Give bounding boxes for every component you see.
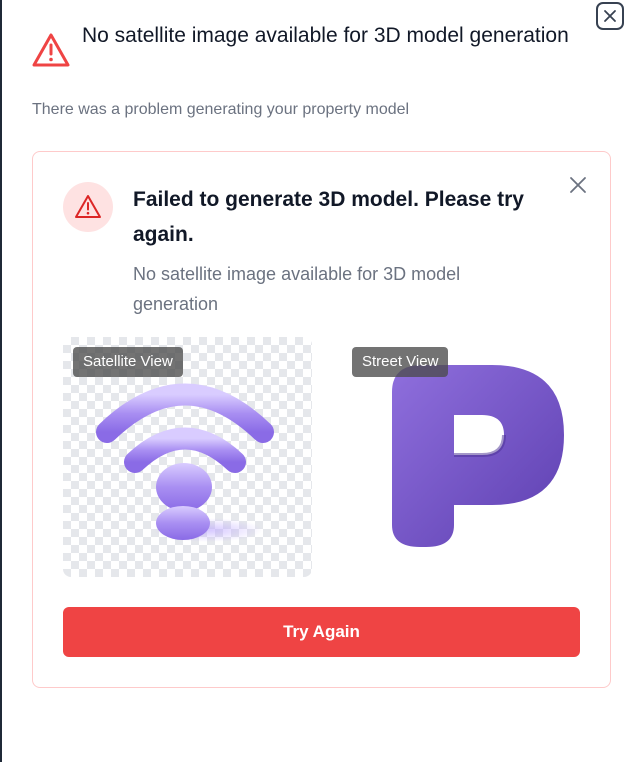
error-message: No satellite image available for 3D mode…: [133, 264, 461, 314]
card-close-icon[interactable]: [567, 174, 589, 196]
satellite-view-label: Satellite View: [73, 347, 183, 377]
window-edge: [0, 0, 2, 762]
satellite-view-panel: Satellite View: [63, 337, 312, 577]
dialog-close-button[interactable]: [596, 2, 624, 30]
street-view-panel: Street View: [342, 337, 591, 577]
close-icon: [604, 10, 616, 22]
dialog-description: There was a problem generating your prop…: [32, 101, 410, 118]
error-card: Failed to generate 3D model. Please try …: [32, 151, 611, 688]
try-again-button[interactable]: Try Again: [63, 607, 580, 657]
dialog-title: No satellite image available for 3D mode…: [82, 24, 569, 47]
error-title: Failed to generate 3D model. Please try …: [133, 188, 524, 246]
warning-triangle-icon: [75, 195, 101, 218]
warning-icon: [32, 33, 70, 67]
street-view-label: Street View: [352, 347, 449, 377]
alert-badge: [63, 182, 113, 232]
